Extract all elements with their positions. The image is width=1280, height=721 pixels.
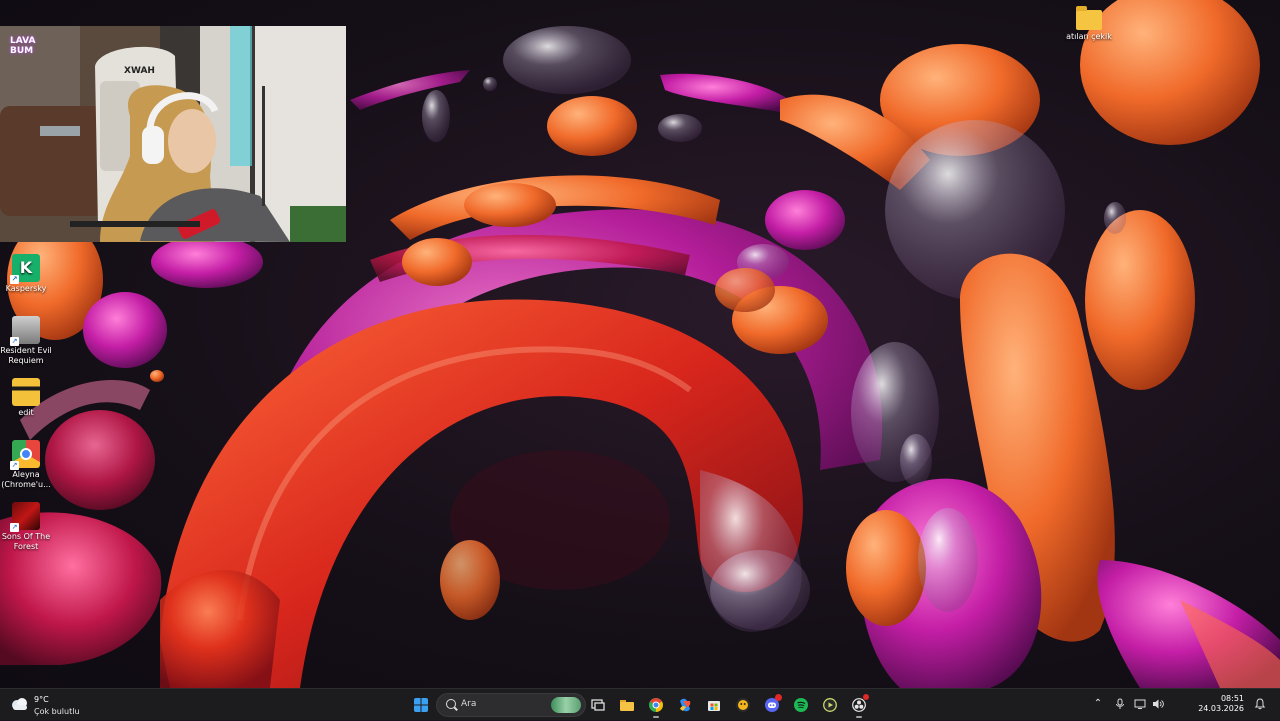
shortcut-arrow-icon: ↗	[10, 523, 19, 532]
desktop-icon-folder[interactable]: atılan çekik	[1062, 6, 1116, 42]
discord-button[interactable]	[759, 692, 785, 718]
recording-indicator	[863, 694, 869, 700]
kaspersky-icon: K ↗	[10, 254, 40, 284]
clock-time: 08:51	[1220, 694, 1244, 703]
task-view-icon	[591, 699, 605, 711]
chrome-icon: ↗	[10, 440, 40, 470]
start-button[interactable]	[408, 692, 434, 718]
search-icon	[446, 699, 456, 709]
store-button[interactable]	[701, 692, 727, 718]
notification-badge	[775, 694, 782, 701]
desktop-icon-label: edit	[18, 408, 34, 417]
cloudy-weather-icon	[12, 698, 27, 710]
weather-widget[interactable]: 9°C Çok bulutlu	[10, 693, 100, 717]
network-icon[interactable]	[1134, 698, 1146, 710]
weather-temperature: 9°C	[34, 695, 49, 704]
desktop-icon-label: Kaspersky	[5, 284, 47, 293]
shortcut-arrow-icon: ↗	[10, 275, 19, 284]
shortcut-arrow-icon: ↗	[10, 337, 19, 346]
obs-icon	[852, 698, 866, 712]
system-tray: ⌃ 08:51 24.03.2026	[1094, 689, 1280, 721]
shortcut-arrow-icon: ↗	[10, 461, 19, 470]
desktop-icon-edit[interactable]: edit	[0, 378, 52, 418]
game-app-button[interactable]	[730, 692, 756, 718]
search-highlight-image	[551, 697, 581, 713]
media-player-icon	[823, 698, 837, 712]
desktop-icon-chrome-profile[interactable]: ↗ Aleyna (Chrome'u...	[0, 440, 52, 490]
microphone-icon[interactable]	[1114, 698, 1126, 710]
show-hidden-icons-chevron-icon[interactable]: ⌃	[1092, 698, 1104, 710]
windows-start-icon	[414, 698, 428, 712]
channel-logo: LAVA BUM	[10, 36, 36, 56]
taskbar-search-box[interactable]: Ara	[436, 693, 586, 717]
desktop-icon-label: Resident Evil Requiem	[0, 346, 52, 365]
folder-icon	[1076, 6, 1102, 30]
taskbar-clock[interactable]: 08:51 24.03.2026	[1190, 694, 1244, 714]
desktop-icon-sons-of-the-forest[interactable]: ↗ Sons Of The Forest	[0, 502, 52, 552]
search-placeholder: Ara	[461, 699, 477, 709]
file-explorer-button[interactable]	[614, 692, 640, 718]
media-player-button[interactable]	[817, 692, 843, 718]
task-view-button[interactable]	[585, 692, 611, 718]
spotify-icon	[794, 698, 808, 712]
chrome-taskbar-button[interactable]	[643, 692, 669, 718]
copilot-button[interactable]	[672, 692, 698, 718]
svg-text:XWAH: XWAH	[124, 66, 155, 76]
folder-icon	[12, 378, 40, 406]
desktop-icon-kaspersky[interactable]: K ↗ Kaspersky	[0, 254, 52, 294]
chrome-icon	[649, 698, 663, 712]
file-explorer-icon	[620, 700, 634, 711]
obs-button[interactable]	[846, 692, 872, 718]
weather-condition: Çok bulutlu	[34, 707, 80, 716]
webcam-feed-image: XWAH	[0, 26, 346, 242]
desktop-icon-resident-evil[interactable]: ↗ Resident Evil Requiem	[0, 316, 52, 366]
notification-bell-icon[interactable]	[1254, 698, 1266, 710]
resident-evil-icon: ↗	[10, 316, 40, 346]
game-bar-icon	[736, 698, 750, 712]
desktop-icon-label: Sons Of The Forest	[1, 532, 51, 551]
taskbar: 9°C Çok bulutlu Ara ⌃ 08:51 24.03.2026	[0, 688, 1280, 720]
volume-icon[interactable]	[1152, 698, 1164, 710]
store-icon	[708, 701, 720, 711]
desktop-icon-label: Aleyna (Chrome'u...	[1, 470, 51, 489]
sons-of-the-forest-icon: ↗	[10, 502, 40, 532]
clock-date: 24.03.2026	[1198, 704, 1244, 713]
copilot-icon	[680, 698, 691, 712]
spotify-button[interactable]	[788, 692, 814, 718]
desktop-icon-label: atılan çekik	[1066, 32, 1112, 41]
webcam-overlay: XWAH LAVA BUM	[0, 26, 346, 242]
